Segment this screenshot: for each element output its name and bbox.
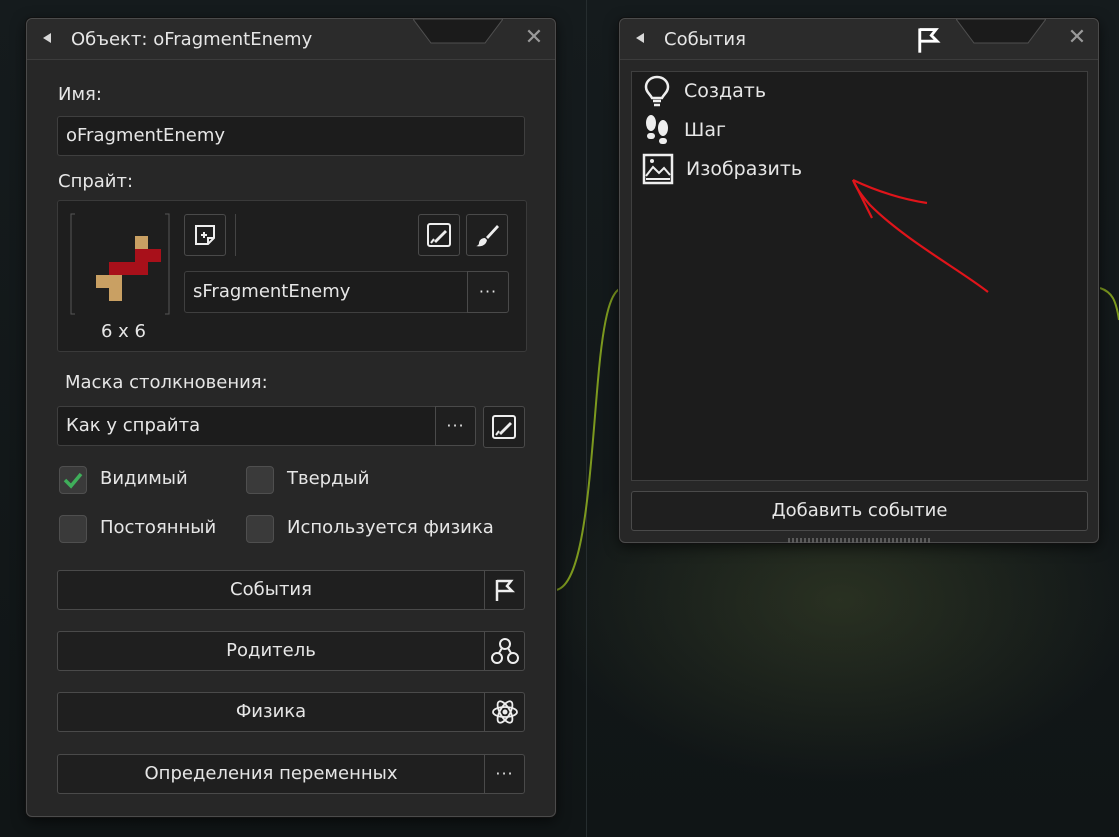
object-window: Объект: oFragmentEnemy ✕ Имя: oFragmentE… <box>26 18 556 817</box>
brush-icon <box>476 225 499 247</box>
persistent-checkbox[interactable] <box>59 515 87 543</box>
object-window-header[interactable]: Объект: oFragmentEnemy ✕ <box>27 19 555 60</box>
picture-icon <box>642 153 674 185</box>
events-window-header[interactable]: События ✕ <box>620 19 1098 60</box>
parent-hierarchy-button[interactable] <box>484 631 525 671</box>
visible-checkbox[interactable] <box>59 466 87 494</box>
atom-icon <box>491 700 518 724</box>
events-flag-button[interactable] <box>484 570 525 610</box>
image-edit-icon <box>427 223 451 247</box>
collision-mask-label: Маска столкновения: <box>65 372 268 393</box>
object-window-title: Объект: oFragmentEnemy <box>71 29 313 50</box>
add-event-button[interactable]: Добавить событие <box>631 491 1088 531</box>
events-button[interactable]: События <box>57 570 485 610</box>
footsteps-icon <box>646 115 668 144</box>
toolbar-separator <box>235 214 236 256</box>
sprite-size: 6 x 6 <box>101 321 146 342</box>
event-item-step[interactable]: Шаг <box>642 113 726 147</box>
visible-label: Видимый <box>100 468 188 489</box>
mask-browse-button[interactable]: ··· <box>435 406 476 446</box>
events-window-title: События <box>664 29 746 50</box>
sprite-label: Спрайт: <box>58 171 134 192</box>
ellipsis-icon: ··· <box>478 282 498 301</box>
edit-sprite-button[interactable] <box>418 214 460 256</box>
close-icon[interactable]: ✕ <box>1064 25 1090 51</box>
event-label-draw: Изобразить <box>686 158 803 180</box>
workspace-divider <box>586 0 587 837</box>
flag-icon <box>495 579 515 601</box>
variables-more-button[interactable]: ··· <box>484 754 525 794</box>
persistent-label: Постоянный <box>100 517 217 538</box>
event-label-create: Создать <box>684 80 767 102</box>
new-sprite-button[interactable] <box>184 214 226 256</box>
resize-grip[interactable] <box>788 538 930 543</box>
solid-checkbox[interactable] <box>246 466 274 494</box>
name-label: Имя: <box>58 84 102 105</box>
brush-button[interactable] <box>466 214 508 256</box>
new-sprite-icon <box>195 225 215 245</box>
event-label-step: Шаг <box>684 119 726 141</box>
name-input[interactable]: oFragmentEnemy <box>57 116 525 156</box>
physics-button[interactable]: Физика <box>57 692 485 732</box>
events-list: Создать Шаг Изобразить <box>631 71 1088 481</box>
sprite-browse-button[interactable]: ··· <box>467 271 509 313</box>
header-notch <box>956 19 1046 44</box>
collision-mask-input[interactable]: Как у спрайта <box>57 406 436 446</box>
lightbulb-icon <box>644 75 670 107</box>
sprite-panel: 6 x 6 sFragmentEnemy ··· <box>57 200 527 352</box>
collapse-arrow-icon[interactable] <box>43 33 51 43</box>
sprite-preview[interactable] <box>70 213 170 315</box>
edit-mask-button[interactable] <box>483 406 525 448</box>
collapse-arrow-icon[interactable] <box>636 33 644 43</box>
image-edit-icon <box>492 415 516 439</box>
sprite-name-input[interactable]: sFragmentEnemy <box>184 271 468 313</box>
variable-definitions-button[interactable]: Определения переменных <box>57 754 485 794</box>
uses-physics-label: Используется физика <box>287 517 494 538</box>
header-notch <box>413 19 503 44</box>
hierarchy-icon <box>490 638 519 664</box>
event-item-draw[interactable]: Изобразить <box>642 152 802 186</box>
event-item-create[interactable]: Создать <box>642 74 766 108</box>
parent-button[interactable]: Родитель <box>57 631 485 671</box>
uses-physics-checkbox[interactable] <box>246 515 274 543</box>
physics-atom-button[interactable] <box>484 692 525 732</box>
events-window: События ✕ Создать Шаг Изобразить Добавит… <box>619 18 1099 543</box>
flag-icon <box>918 28 941 53</box>
solid-label: Твердый <box>287 468 370 489</box>
close-icon[interactable]: ✕ <box>521 25 547 51</box>
ellipsis-icon: ··· <box>495 764 514 783</box>
checkmark-icon <box>63 472 83 489</box>
ellipsis-icon: ··· <box>446 416 465 435</box>
